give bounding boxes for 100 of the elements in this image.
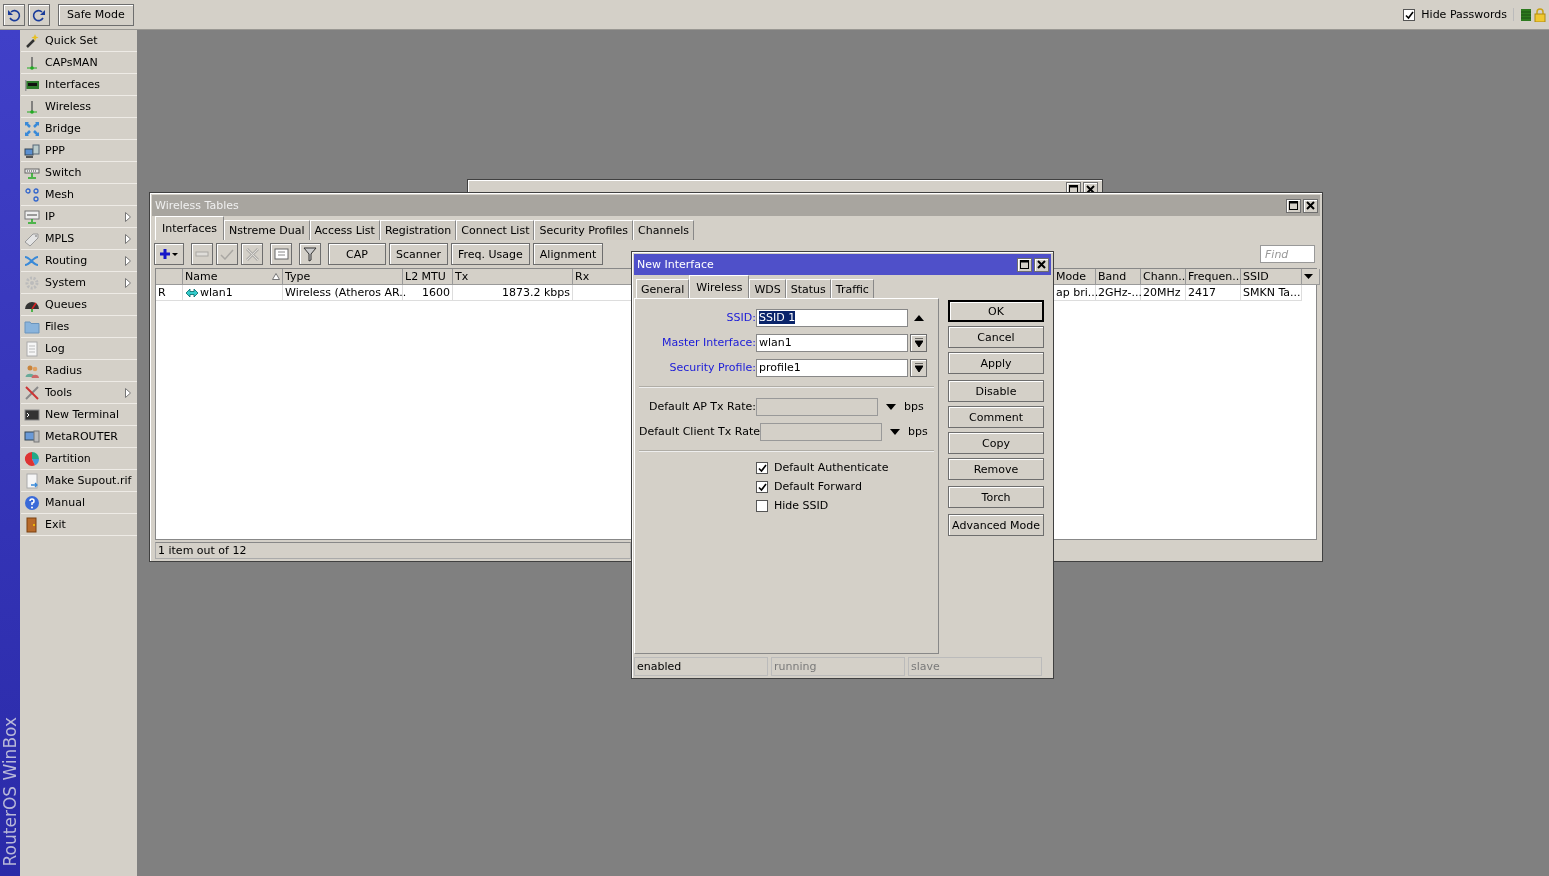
- dropdown-icon: [890, 428, 900, 435]
- field-label: Security Profile:: [668, 361, 756, 374]
- input-field[interactable]: [756, 397, 878, 416]
- toolbar-button[interactable]: Alignment: [532, 243, 604, 265]
- dialog-button[interactable]: Torch: [948, 486, 1044, 508]
- dialog-button[interactable]: Cancel: [948, 326, 1044, 348]
- dropdown-icon: [914, 363, 923, 372]
- input-field[interactable]: SSID 1: [756, 308, 908, 327]
- hide-passwords-label: Hide Passwords: [1421, 8, 1507, 21]
- tab[interactable]: Access List: [309, 220, 380, 240]
- door-icon: [24, 516, 40, 533]
- tab[interactable]: Connect List: [456, 220, 535, 240]
- column-header[interactable]: L2 MTU: [403, 269, 453, 285]
- table-cell: 20MHz: [1143, 286, 1181, 299]
- tab[interactable]: Security Profiles: [534, 220, 634, 240]
- document-icon: [24, 340, 40, 357]
- menu-item[interactable]: Log: [21, 338, 138, 360]
- field-label: Default Client Tx Rate: [639, 425, 760, 438]
- maximize-button[interactable]: [1017, 257, 1032, 272]
- dropdown-icon: [1304, 274, 1313, 279]
- tab[interactable]: General: [636, 279, 690, 298]
- table-cell: ap bri...: [1056, 286, 1099, 299]
- maximize-icon: [1289, 201, 1298, 210]
- tab[interactable]: Interfaces: [155, 216, 224, 240]
- column-menu-button[interactable]: [1302, 269, 1320, 285]
- checkbox[interactable]: [756, 499, 768, 512]
- close-icon: [1306, 201, 1315, 210]
- add-button[interactable]: [154, 243, 184, 265]
- column-header[interactable]: Name: [183, 269, 283, 285]
- filter-button[interactable]: [299, 243, 321, 265]
- toolbar-button[interactable]: Freq. Usage: [451, 243, 530, 265]
- dialog-button[interactable]: Apply: [948, 352, 1044, 374]
- dialog-button[interactable]: Comment: [948, 406, 1044, 428]
- dialog-button[interactable]: Advanced Mode: [948, 514, 1044, 536]
- note-icon: [273, 247, 289, 261]
- dropdown-button[interactable]: [910, 333, 927, 352]
- item-count: 1 item out of 12: [158, 544, 247, 557]
- column-header[interactable]: Band: [1096, 269, 1141, 285]
- tab[interactable]: Channels: [633, 220, 694, 240]
- dialog-title: New Interface: [637, 258, 714, 271]
- close-icon: [1037, 260, 1046, 269]
- tab[interactable]: Registration: [379, 220, 457, 240]
- close-button[interactable]: [1303, 198, 1318, 213]
- toolbar-button[interactable]: Scanner: [389, 243, 448, 265]
- tab[interactable]: Wireless: [689, 275, 750, 298]
- gear-icon: [24, 274, 40, 291]
- undo-button[interactable]: [3, 3, 25, 26]
- sort-arrow-icon: [272, 273, 280, 280]
- redo-button[interactable]: [28, 3, 50, 26]
- tab[interactable]: Nstreme Dual: [224, 220, 310, 240]
- dropdown-icon: [886, 403, 896, 410]
- dropdown-icon: [914, 338, 923, 347]
- column-header[interactable]: SSID: [1241, 269, 1302, 285]
- dialog-button[interactable]: Copy: [948, 432, 1044, 454]
- check-icon: [757, 481, 767, 492]
- checkbox[interactable]: [1403, 8, 1416, 21]
- field-label: Master Interface:: [661, 336, 756, 349]
- input-field[interactable]: [760, 422, 882, 441]
- close-button[interactable]: [1034, 257, 1049, 272]
- menu-item[interactable]: Make Supout.rif: [21, 470, 138, 492]
- column-header[interactable]: Mode: [1054, 269, 1096, 285]
- document-icon: [24, 472, 40, 489]
- field-label: Default AP Tx Rate:: [648, 400, 756, 413]
- comment-button[interactable]: [270, 243, 292, 265]
- minus-icon: [195, 248, 209, 260]
- dialog-button[interactable]: OK: [948, 300, 1044, 322]
- safe-mode-button[interactable]: Safe Mode: [58, 3, 134, 26]
- table-cell: 1600: [422, 286, 450, 299]
- column-header[interactable]: Tx: [453, 269, 573, 285]
- column-header[interactable]: Frequen..: [1186, 269, 1241, 285]
- toolbar-button[interactable]: CAP: [328, 243, 386, 265]
- maximize-icon: [1069, 184, 1078, 194]
- arrows-icon: [24, 120, 40, 137]
- menu-item[interactable]: Exit: [21, 514, 138, 536]
- column-header[interactable]: Type: [283, 269, 403, 285]
- checkbox[interactable]: [756, 461, 768, 474]
- checkbox-label: Default Forward: [774, 480, 862, 493]
- terminal-icon: [24, 406, 40, 423]
- table-cell: wlan1: [200, 286, 233, 299]
- dialog-button[interactable]: Disable: [948, 380, 1044, 402]
- plus-icon: [159, 248, 179, 260]
- dropdown-button[interactable]: [910, 358, 927, 377]
- tab[interactable]: WDS: [749, 279, 786, 298]
- table-cell: 1873.2 kbps: [501, 286, 570, 299]
- dialog-button[interactable]: Remove: [948, 458, 1044, 480]
- nodes-icon: [24, 186, 40, 203]
- input-field[interactable]: wlan1: [756, 333, 908, 352]
- tab[interactable]: Status: [785, 279, 831, 298]
- column-header[interactable]: Chann..: [1141, 269, 1186, 285]
- tab[interactable]: Traffic: [830, 279, 874, 298]
- input-field[interactable]: profile1: [756, 358, 908, 377]
- maximize-button[interactable]: [1286, 198, 1301, 213]
- checkbox[interactable]: [756, 480, 768, 493]
- field-label: SSID:: [725, 311, 756, 324]
- antenna-icon: [24, 98, 40, 115]
- table-cell: 2417: [1188, 286, 1216, 299]
- undo-icon: [7, 7, 21, 22]
- find-field[interactable]: Find: [1260, 245, 1315, 263]
- check-icon: [1404, 9, 1415, 20]
- checkbox-label: Hide SSID: [774, 499, 829, 512]
